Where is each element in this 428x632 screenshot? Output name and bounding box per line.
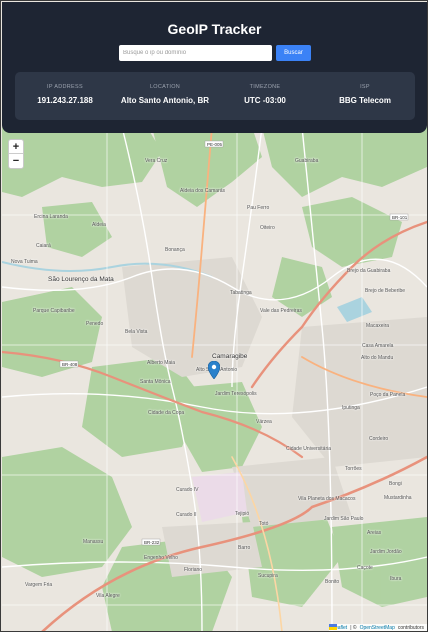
isp-value: BBG Telecom: [339, 96, 391, 105]
place-label: Cordeiro: [369, 436, 389, 442]
place-label: Guabiraba: [295, 158, 319, 164]
location-cell: LOCATION Alto Santo Antonio, BR: [115, 72, 215, 120]
ukraine-flag-icon: [329, 624, 338, 630]
road-tag-br232: BR-232: [144, 540, 160, 545]
place-label: Bongi: [389, 481, 402, 487]
place-label: Poço da Panela: [370, 392, 406, 398]
isp-cell: ISP BBG Telecom: [315, 72, 415, 120]
place-label: Bonança: [165, 247, 185, 253]
place-label: Jardim Jordão: [370, 549, 402, 555]
place-label: Torrões: [345, 466, 362, 472]
place-label: Aldeia dos Camarás: [180, 188, 226, 194]
place-label: Tabatinga: [230, 290, 252, 296]
place-label: Nova Tuima: [11, 259, 38, 265]
attribution-suffix: contributors: [397, 625, 424, 631]
header: GeoIP Tracker Buscar IP ADDRESS 191.243.…: [2, 2, 427, 133]
timezone-label: TIMEZONE: [249, 84, 281, 90]
place-label: Cidade da Copa: [148, 410, 185, 416]
zoom-in-button[interactable]: +: [9, 140, 23, 154]
place-label: Curado IV: [176, 487, 199, 493]
place-label: Sucupira: [258, 573, 278, 579]
search-input[interactable]: [119, 45, 272, 61]
place-label: Engenho Velho: [144, 555, 178, 561]
location-value: Alto Santo Antonio, BR: [120, 96, 210, 105]
place-label: Manassu: [83, 539, 104, 545]
road-tag-br101: BR-101: [392, 215, 408, 220]
osm-link[interactable]: OpenStreetMap: [360, 625, 395, 631]
place-label: Brejo da Guabiraba: [347, 268, 391, 274]
place-label: Jardim Teresópolis: [215, 391, 257, 397]
place-label: Cidade Universitária: [286, 446, 332, 452]
timezone-cell: TIMEZONE UTC -03:00: [215, 72, 315, 120]
road-tag-pe005: PE-005: [207, 142, 223, 147]
place-label: Macaxeira: [366, 323, 390, 329]
place-label: Vila Alegre: [96, 593, 120, 599]
road-tag-br408: BR-408: [62, 362, 78, 367]
place-label: Caiará: [36, 243, 51, 249]
search-button[interactable]: Buscar: [276, 45, 311, 61]
place-label: Curado II: [176, 512, 197, 518]
place-label: Vera Cruz: [145, 158, 168, 164]
place-label: Várzea: [256, 419, 272, 425]
isp-label: ISP: [360, 84, 370, 90]
place-label: Ercina Laranda: [34, 214, 68, 220]
place-label: Pau Ferro: [247, 205, 270, 211]
app-window: GeoIP Tracker Buscar IP ADDRESS 191.243.…: [0, 0, 428, 632]
place-label: Santa Mônica: [140, 379, 171, 385]
ip-address-value: 191.243.27.188: [37, 96, 93, 105]
place-label: Mustardinha: [384, 495, 412, 501]
place-label: Brejo de Beberibe: [365, 288, 406, 294]
place-label: Jardim São Paulo: [324, 516, 364, 522]
map-attribution: Leaflet | © OpenStreetMap contributors: [329, 624, 427, 631]
search-bar: Buscar: [119, 45, 311, 61]
attribution-separator: | ©: [350, 625, 357, 631]
map-tiles: PE-005 BR-101 BR-408 BR-232: [2, 127, 427, 631]
zoom-out-button[interactable]: −: [9, 154, 23, 168]
ip-address-label: IP ADDRESS: [47, 84, 83, 90]
zoom-control: + −: [8, 139, 24, 169]
place-label: Vargem Fria: [25, 582, 53, 588]
place-label: São Lourenço da Mata: [48, 276, 114, 283]
place-label: Camaragibe: [212, 353, 248, 360]
info-card: IP ADDRESS 191.243.27.188 LOCATION Alto …: [15, 72, 415, 120]
map-view[interactable]: PE-005 BR-101 BR-408 BR-232 Vera Cruz Gu…: [2, 127, 427, 631]
place-label: Barro: [238, 545, 251, 551]
place-label: Alto do Mandu: [361, 355, 394, 361]
place-label: Totó: [259, 521, 269, 527]
page-title: GeoIP Tracker: [167, 21, 262, 37]
place-label: Penedo: [86, 321, 104, 327]
place-label: Parque Capibaribe: [33, 308, 75, 314]
place-label: Vila Planeta dos Macacos: [298, 496, 356, 502]
place-label: Aldeia: [92, 222, 106, 228]
place-label: Oiteiro: [260, 225, 275, 231]
timezone-value: UTC -03:00: [244, 96, 286, 105]
place-label: Bonito: [325, 579, 340, 585]
place-label: Caçote: [357, 565, 373, 571]
place-label: Alberto Maia: [147, 360, 176, 366]
place-label: Bela Vista: [125, 329, 148, 335]
place-label: Tejipió: [235, 511, 250, 517]
place-label: Ibura: [390, 576, 402, 582]
location-label: LOCATION: [149, 84, 181, 90]
place-label: Vale das Pedreiras: [260, 308, 302, 314]
map-marker-icon[interactable]: [208, 361, 220, 379]
place-label: Iputinga: [342, 405, 360, 411]
place-label: Floriano: [184, 567, 203, 573]
place-label: Areias: [367, 530, 382, 536]
ip-address-cell: IP ADDRESS 191.243.27.188: [15, 72, 115, 120]
place-label: Casa Amarela: [362, 343, 394, 349]
